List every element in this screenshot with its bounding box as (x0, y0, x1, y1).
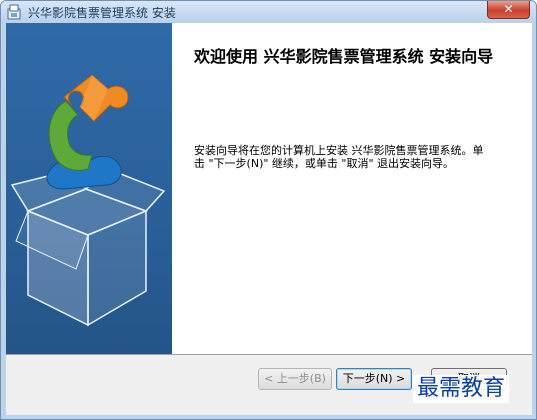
content-panel: 欢迎使用 兴华影院售票管理系统 安装向导 安装向导将在您的计算机上安装 兴华影院… (172, 23, 532, 354)
description-text: 安装向导将在您的计算机上安装 兴华影院售票管理系统。单击 "下一步(N)" 继续… (194, 144, 484, 170)
next-button[interactable]: 下一步(N) > (336, 368, 412, 390)
puzzle-box-icon (10, 74, 166, 327)
installer-window: 兴华影院售票管理系统 安装 ✕ 欢迎使用 兴华影院售票管理系统 安装向导 安装向… (0, 0, 537, 420)
watermark-text: 最需教育 (413, 375, 510, 403)
installer-icon (7, 4, 21, 20)
installer-client-area: 欢迎使用 兴华影院售票管理系统 安装向导 安装向导将在您的计算机上安装 兴华影院… (6, 23, 532, 415)
page-title: 欢迎使用 兴华影院售票管理系统 安装向导 (194, 47, 494, 66)
window-title: 兴华影院售票管理系统 安装 (28, 6, 176, 20)
title-bar[interactable]: 兴华影院售票管理系统 安装 ✕ (1, 1, 536, 23)
box-graphic (10, 168, 166, 327)
sidebar-panel (6, 23, 172, 354)
close-button[interactable]: ✕ (487, 1, 530, 19)
back-button[interactable]: < 上一步(B) (258, 368, 332, 390)
